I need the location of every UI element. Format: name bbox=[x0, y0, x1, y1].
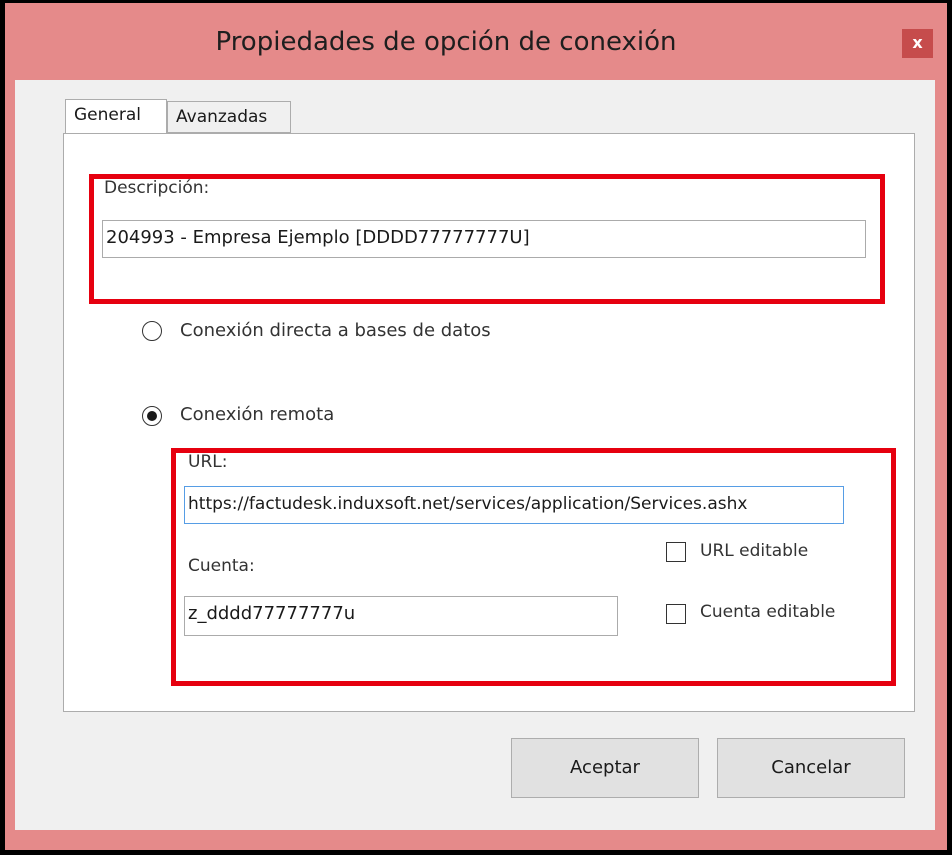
cancel-button[interactable]: Cancelar bbox=[717, 738, 905, 798]
remote-connection-label: Conexión remota bbox=[180, 404, 335, 425]
direct-connection-label: Conexión directa a bases de datos bbox=[180, 320, 491, 341]
tab-general[interactable]: General bbox=[65, 99, 167, 133]
highlight-frame-descripcion bbox=[89, 174, 885, 304]
close-button[interactable]: x bbox=[902, 29, 933, 58]
radio-selected-dot bbox=[147, 411, 157, 421]
radio-remote-connection[interactable] bbox=[142, 406, 162, 426]
accept-button[interactable]: Aceptar bbox=[511, 738, 699, 798]
tab-panel-general: Descripción: 204993 - Empresa Ejemplo [D… bbox=[63, 133, 915, 712]
title-bar[interactable]: Propiedades de opción de conexión x bbox=[5, 3, 947, 83]
dialog-window: Propiedades de opción de conexión x Gene… bbox=[0, 0, 952, 855]
highlight-frame-remote bbox=[171, 448, 896, 686]
window-title: Propiedades de opción de conexión bbox=[215, 27, 677, 57]
radio-direct-connection[interactable] bbox=[142, 321, 162, 341]
tab-avanzadas[interactable]: Avanzadas bbox=[167, 101, 291, 133]
dialog-body: General Avanzadas Descripción: 204993 - … bbox=[15, 80, 935, 830]
